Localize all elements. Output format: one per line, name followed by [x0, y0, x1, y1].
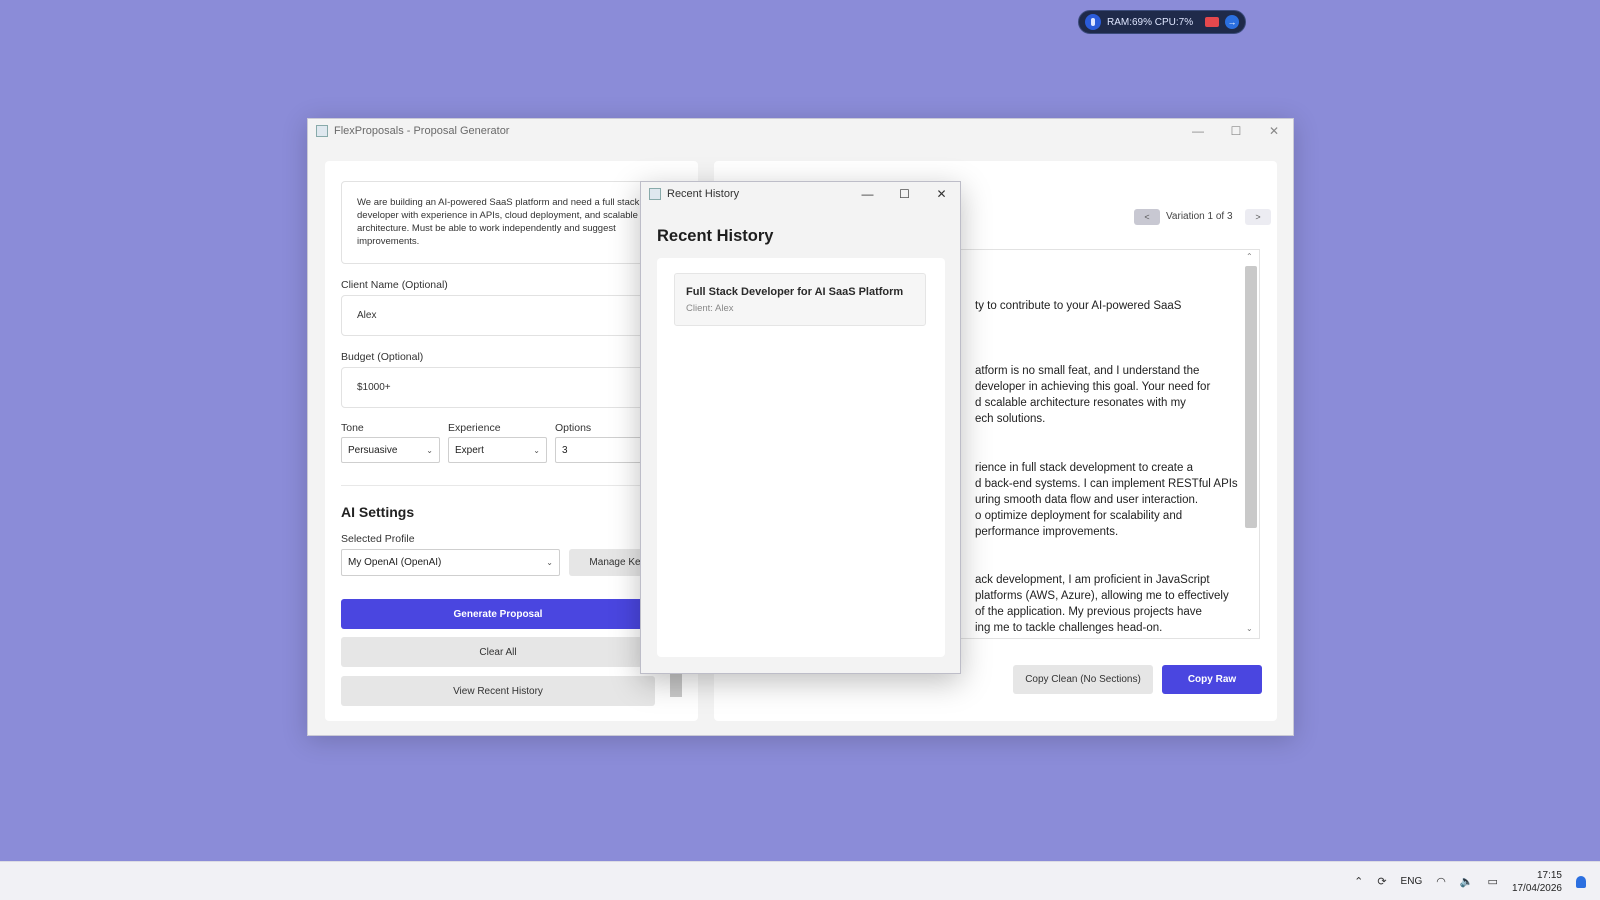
- proposal-line: o optimize deployment for scalability an…: [975, 510, 1183, 522]
- options-value: 3: [562, 444, 568, 456]
- divider: [341, 485, 671, 486]
- proposal-line: platforms (AWS, Azure), allowing me to e…: [975, 590, 1229, 602]
- performance-widget[interactable]: RAM:69% CPU:7% →: [1078, 10, 1246, 34]
- generate-proposal-button[interactable]: Generate Proposal: [341, 599, 655, 629]
- history-list: Full Stack Developer for AI SaaS Platfor…: [657, 258, 945, 657]
- proposal-line: rience in full stack development to crea…: [975, 462, 1193, 474]
- app-icon: [649, 188, 661, 200]
- proposal-line: ing me to tackle challenges head-on.: [975, 622, 1163, 634]
- close-icon[interactable]: ✕: [1255, 119, 1293, 143]
- clock[interactable]: 17:15 17/04/2026: [1512, 869, 1562, 895]
- close-icon[interactable]: ✕: [923, 182, 960, 206]
- job-description-input[interactable]: We are building an AI-powered SaaS platf…: [341, 181, 671, 264]
- chevron-down-icon: ⌄: [426, 446, 433, 455]
- history-item-client: Client: Alex: [686, 303, 734, 314]
- history-titlebar[interactable]: Recent History — ☐ ✕: [641, 182, 960, 206]
- chevron-down-icon: ⌄: [533, 446, 540, 455]
- scrollbar[interactable]: [670, 673, 682, 697]
- notification-icon[interactable]: [1576, 875, 1586, 888]
- sync-icon[interactable]: ⟳: [1377, 875, 1386, 888]
- history-heading: Recent History: [657, 227, 774, 245]
- experience-select[interactable]: Expert ⌄: [448, 437, 547, 463]
- next-variation-button[interactable]: >: [1245, 209, 1271, 225]
- copy-raw-button[interactable]: Copy Raw: [1162, 665, 1262, 694]
- tone-select[interactable]: Persuasive ⌄: [341, 437, 440, 463]
- proposal-line: developer in achieving this goal. Your n…: [975, 381, 1211, 393]
- client-name-value: Alex: [357, 310, 377, 321]
- budget-label: Budget (Optional): [341, 351, 424, 363]
- minimize-icon[interactable]: —: [1179, 119, 1217, 143]
- taskbar: ⌃ ⟳ ENG ◠ 🔈 ▭ 17:15 17/04/2026: [0, 861, 1600, 900]
- proposal-line: d scalable architecture resonates with m…: [975, 397, 1186, 409]
- proposal-line: ack development, I am proficient in Java…: [975, 574, 1210, 586]
- history-item-title: Full Stack Developer for AI SaaS Platfor…: [686, 286, 904, 298]
- scrollbar-thumb[interactable]: [1245, 266, 1257, 528]
- arrow-right-icon[interactable]: →: [1225, 15, 1239, 29]
- experience-label: Experience: [448, 422, 501, 434]
- chevron-down-icon[interactable]: ⌄: [1246, 624, 1253, 633]
- profile-select[interactable]: My OpenAI (OpenAI) ⌄: [341, 549, 560, 576]
- chevron-up-icon[interactable]: ⌃: [1246, 252, 1253, 261]
- proposal-line: performance improvements.: [975, 526, 1119, 538]
- chevron-down-icon: ⌄: [546, 558, 553, 567]
- proposal-line: uring smooth data flow and user interact…: [975, 494, 1199, 506]
- proposal-scrollbar[interactable]: ⌃ ⌄: [1245, 252, 1257, 636]
- experience-value: Expert: [455, 444, 484, 456]
- volume-icon[interactable]: 🔈: [1460, 875, 1474, 888]
- main-titlebar[interactable]: FlexProposals - Proposal Generator — ☐ ✕: [308, 119, 1293, 143]
- history-window-title: Recent History: [667, 188, 740, 200]
- app-icon: [316, 125, 328, 137]
- main-window-title: FlexProposals - Proposal Generator: [334, 125, 510, 137]
- system-tray: ⌃ ⟳ ENG ◠ 🔈 ▭ 17:15 17/04/2026: [1354, 862, 1586, 900]
- proposal-line: atform is no small feat, and I understan…: [975, 365, 1200, 377]
- client-name-input[interactable]: Alex: [341, 295, 671, 336]
- profile-label: Selected Profile: [341, 533, 415, 545]
- history-item[interactable]: Full Stack Developer for AI SaaS Platfor…: [674, 273, 926, 326]
- budget-value: $1000+: [357, 382, 391, 393]
- minimize-icon[interactable]: —: [849, 182, 886, 206]
- battery-icon[interactable]: ▭: [1488, 875, 1498, 888]
- clock-date: 17/04/2026: [1511, 882, 1562, 894]
- budget-input[interactable]: $1000+: [341, 367, 671, 408]
- maximize-icon[interactable]: ☐: [886, 182, 923, 206]
- ai-settings-title: AI Settings: [341, 504, 415, 520]
- view-history-button[interactable]: View Recent History: [341, 676, 655, 706]
- profile-value: My OpenAI (OpenAI): [348, 557, 442, 568]
- proposal-line: d back-end systems. I can implement REST…: [975, 478, 1238, 490]
- proposal-line: ech solutions.: [975, 413, 1046, 425]
- camera-icon[interactable]: [1205, 17, 1219, 27]
- client-name-label: Client Name (Optional): [341, 279, 448, 291]
- proposal-line: ty to contribute to your AI-powered SaaS: [975, 300, 1182, 312]
- options-label: Options: [555, 422, 592, 434]
- maximize-icon[interactable]: ☐: [1217, 119, 1255, 143]
- clear-all-button[interactable]: Clear All: [341, 637, 655, 667]
- language-indicator[interactable]: ENG: [1401, 876, 1423, 887]
- wifi-icon[interactable]: ◠: [1436, 875, 1446, 888]
- chevron-up-icon[interactable]: ⌃: [1354, 875, 1363, 888]
- proposal-line: of the application. My previous projects…: [975, 606, 1202, 618]
- variation-label: Variation 1 of 3: [1166, 211, 1233, 222]
- history-dialog: Recent History — ☐ ✕ Recent History Full…: [640, 181, 961, 674]
- copy-clean-button[interactable]: Copy Clean (No Sections): [1013, 665, 1153, 694]
- prev-variation-button[interactable]: <: [1134, 209, 1160, 225]
- job-description-text: We are building an AI-powered SaaS platf…: [357, 197, 640, 247]
- tone-value: Persuasive: [348, 444, 398, 456]
- tone-label: Tone: [341, 422, 364, 434]
- perf-stats: RAM:69% CPU:7%: [1107, 16, 1194, 28]
- clock-time: 17:15: [1536, 869, 1562, 881]
- microphone-icon[interactable]: [1085, 14, 1101, 30]
